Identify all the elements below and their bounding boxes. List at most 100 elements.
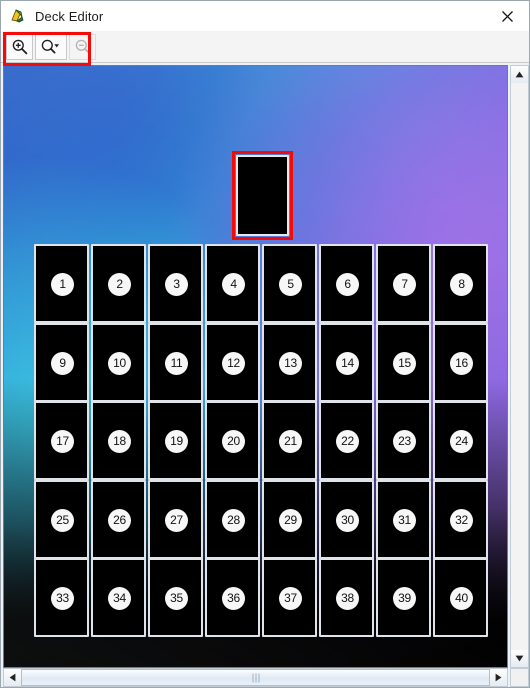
deck-card[interactable]: 5	[262, 244, 317, 323]
deck-card[interactable]: 22	[319, 401, 374, 480]
deck-card[interactable]: 8	[433, 244, 488, 323]
deck-card[interactable]: 27	[148, 479, 203, 559]
deck-card[interactable]: 1	[34, 244, 89, 323]
card-number-badge: 18	[108, 430, 131, 453]
scroll-down-button[interactable]	[511, 650, 528, 667]
deck-card[interactable]: 17	[34, 401, 89, 480]
card-number-badge: 34	[108, 587, 131, 610]
card-number-badge: 17	[51, 430, 74, 453]
card-number-badge: 35	[165, 587, 188, 610]
card-number-badge: 15	[393, 351, 416, 375]
deck-card[interactable]: 26	[91, 479, 146, 559]
deck-card[interactable]: 28	[205, 479, 260, 559]
deck-card[interactable]: 10	[91, 322, 146, 402]
scroll-left-button[interactable]	[4, 669, 21, 686]
card-number-badge: 13	[279, 351, 302, 375]
card-number-badge: 28	[222, 508, 245, 532]
card-number-badge: 9	[51, 351, 74, 375]
deck-card[interactable]: 7	[376, 244, 431, 323]
deck-card[interactable]: 13	[262, 322, 317, 402]
deck-card[interactable]: 40	[433, 558, 488, 637]
deck-card[interactable]: 14	[319, 322, 374, 402]
deck-card[interactable]: 16	[433, 322, 488, 402]
horizontal-scroll-thumb[interactable]	[21, 669, 490, 686]
card-number-badge: 39	[393, 587, 416, 610]
deck-board[interactable]: 1 2 3 4 5 6 7 8 9 10 11 12 13 14 15 16 17 18 19 20 21 22 23 24 2…	[4, 66, 507, 667]
deck-card[interactable]: 3	[148, 244, 203, 323]
card-number-badge: 2	[108, 273, 131, 296]
deck-card[interactable]: 23	[376, 401, 431, 480]
deck-card[interactable]: 18	[91, 401, 146, 480]
card-number-badge: 38	[336, 587, 359, 610]
card-number-badge: 22	[336, 430, 359, 453]
card-number-badge: 29	[279, 508, 302, 532]
vertical-scroll-track[interactable]	[511, 83, 528, 650]
deck-editor-app-icon	[9, 7, 27, 25]
deck-top-card[interactable]	[236, 155, 289, 236]
deck-card[interactable]: 4	[205, 244, 260, 323]
deck-card[interactable]: 12	[205, 322, 260, 402]
zoom-preset-button[interactable]	[35, 33, 67, 60]
card-number-badge: 20	[222, 430, 245, 453]
scroll-up-button[interactable]	[511, 66, 528, 83]
card-number-badge: 37	[279, 587, 302, 610]
deck-card[interactable]: 38	[319, 558, 374, 637]
card-number-badge: 6	[336, 273, 359, 296]
card-number-badge: 10	[108, 351, 131, 375]
deck-editor-window: Deck Editor 1 2 3 4 5 6 7 8 9 10 11 12 1…	[0, 0, 530, 688]
magnifier-plus-icon	[11, 38, 29, 56]
card-number-badge: 5	[279, 273, 302, 296]
deck-card[interactable]: 11	[148, 322, 203, 402]
deck-card[interactable]: 9	[34, 322, 89, 402]
title-bar: Deck Editor	[1, 1, 529, 31]
deck-card[interactable]: 20	[205, 401, 260, 480]
deck-card[interactable]: 34	[91, 558, 146, 637]
card-number-badge: 33	[51, 587, 74, 610]
zoom-in-button[interactable]	[6, 33, 33, 60]
card-number-badge: 27	[165, 508, 188, 532]
close-button[interactable]	[485, 1, 529, 31]
window-title: Deck Editor	[35, 8, 104, 24]
card-number-badge: 31	[393, 508, 416, 532]
deck-card[interactable]: 24	[433, 401, 488, 480]
deck-card[interactable]: 32	[433, 479, 488, 559]
deck-canvas[interactable]: 1 2 3 4 5 6 7 8 9 10 11 12 13 14 15 16 17 18 19 20 21 22 23 24 2…	[3, 65, 508, 668]
card-number-badge: 36	[222, 587, 245, 610]
deck-card[interactable]: 35	[148, 558, 203, 637]
card-number-badge: 3	[165, 273, 188, 296]
deck-card[interactable]: 39	[376, 558, 431, 637]
deck-card[interactable]: 6	[319, 244, 374, 323]
card-number-badge: 8	[450, 273, 473, 296]
deck-card[interactable]: 33	[34, 558, 89, 637]
card-number-badge: 32	[450, 508, 473, 532]
magnifier-dropdown-icon	[40, 38, 62, 56]
card-number-badge: 16	[450, 351, 473, 375]
card-number-badge: 4	[222, 273, 245, 296]
deck-card[interactable]: 15	[376, 322, 431, 402]
deck-card[interactable]: 25	[34, 479, 89, 559]
scroll-right-button[interactable]	[490, 669, 507, 686]
scrollbar-corner	[510, 668, 529, 687]
deck-card[interactable]: 2	[91, 244, 146, 323]
deck-card[interactable]: 31	[376, 479, 431, 559]
card-number-badge: 21	[279, 430, 302, 453]
deck-card[interactable]: 19	[148, 401, 203, 480]
card-number-badge: 12	[222, 351, 245, 375]
deck-card[interactable]: 21	[262, 401, 317, 480]
deck-card[interactable]: 30	[319, 479, 374, 559]
card-number-badge: 30	[336, 508, 359, 532]
deck-card[interactable]: 37	[262, 558, 317, 637]
deck-card[interactable]: 29	[262, 479, 317, 559]
vertical-scrollbar[interactable]	[510, 65, 529, 668]
card-number-badge: 1	[51, 273, 74, 296]
card-number-badge: 11	[165, 351, 188, 375]
horizontal-scrollbar[interactable]	[3, 668, 508, 687]
card-number-badge: 7	[393, 273, 416, 296]
deck-card[interactable]: 36	[205, 558, 260, 637]
card-number-badge: 25	[51, 508, 74, 532]
card-number-badge: 23	[393, 430, 416, 453]
workspace: 1 2 3 4 5 6 7 8 9 10 11 12 13 14 15 16 17 18 19 20 21 22 23 24 2…	[1, 63, 529, 687]
toolbar	[1, 31, 529, 66]
card-number-badge: 24	[450, 430, 473, 453]
zoom-out-button	[69, 33, 96, 60]
